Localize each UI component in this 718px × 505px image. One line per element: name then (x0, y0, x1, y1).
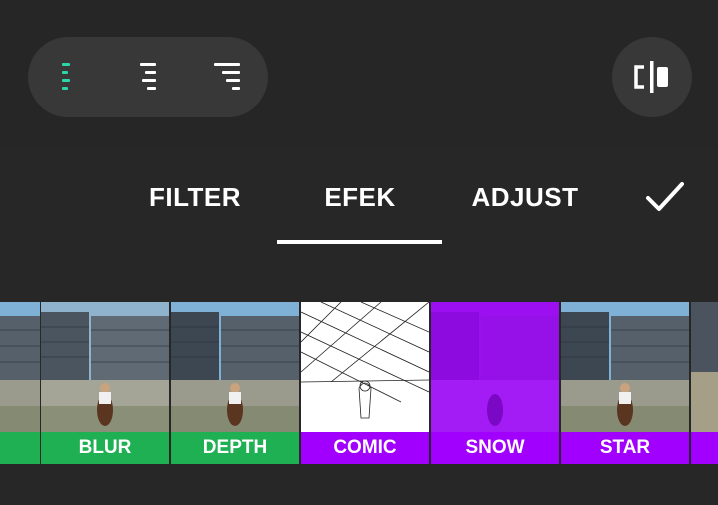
effect-label: STAR (561, 432, 689, 464)
effect-item-l[interactable]: L (0, 302, 40, 464)
compare-split-icon (634, 61, 668, 93)
effect-preview-image (41, 302, 169, 432)
effect-label: SNOW (431, 432, 559, 464)
effect-item-snow[interactable]: SNOW (431, 302, 559, 464)
tab-adjust[interactable]: ADJUST (462, 182, 588, 213)
effect-label: BLUR (41, 432, 169, 464)
align-left-button[interactable] (52, 61, 84, 93)
confirm-button[interactable] (640, 178, 688, 218)
compare-button[interactable] (612, 37, 692, 117)
align-left-icon (62, 63, 70, 90)
align-right-icon (214, 63, 240, 90)
effect-item-comic[interactable]: COMIC (301, 302, 429, 464)
effect-preview-image (561, 302, 689, 432)
effect-label: COMIC (301, 432, 429, 464)
active-tab-indicator (277, 240, 442, 244)
top-toolbar (0, 0, 718, 148)
tab-efek[interactable]: EFEK (278, 182, 442, 213)
effect-preview-image (0, 302, 40, 432)
effect-label: L (0, 432, 40, 464)
effect-preview-image (301, 302, 429, 432)
effect-item-t[interactable]: T (691, 302, 718, 464)
effect-preview-image (431, 302, 559, 432)
effects-strip[interactable]: L BLUR DEPTH (0, 302, 718, 464)
checkmark-icon (646, 182, 684, 211)
effect-preview-image (171, 302, 299, 432)
align-center-icon (140, 63, 156, 90)
effect-item-depth[interactable]: DEPTH (171, 302, 299, 464)
effect-preview-image (691, 302, 718, 432)
align-right-button[interactable] (212, 61, 244, 93)
effect-item-blur[interactable]: BLUR (41, 302, 169, 464)
tab-bar: FILTER EFEK ADJUST (0, 148, 718, 300)
alignment-selector (28, 37, 268, 117)
align-center-button[interactable] (132, 61, 164, 93)
bottom-area (0, 464, 718, 505)
effect-item-star[interactable]: STAR (561, 302, 689, 464)
effect-label: T (691, 432, 718, 464)
tab-filter[interactable]: FILTER (140, 182, 250, 213)
effect-label: DEPTH (171, 432, 299, 464)
